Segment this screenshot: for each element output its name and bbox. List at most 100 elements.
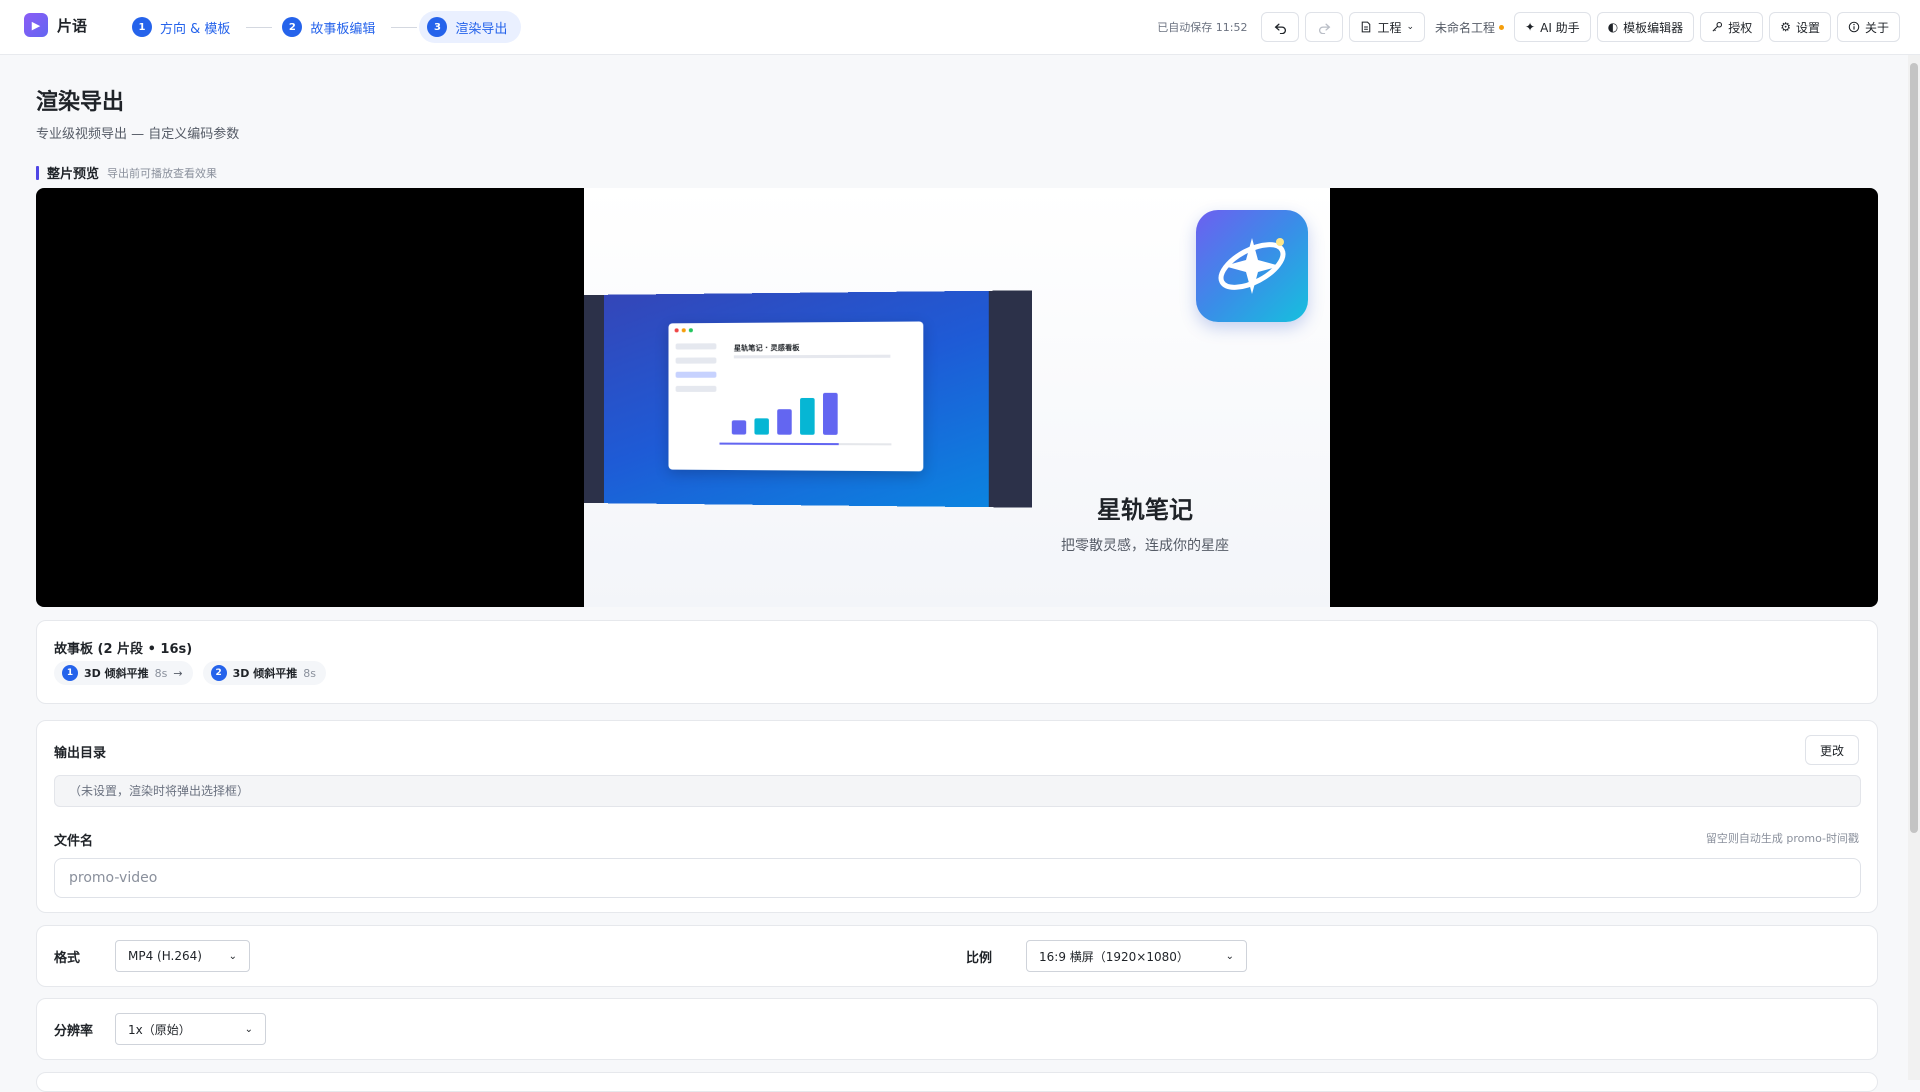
mini-progress-fill: [719, 442, 839, 446]
ai-assistant-button[interactable]: ✦ AI 助手: [1514, 12, 1591, 42]
filename-input[interactable]: [54, 858, 1861, 898]
window-maximize-dot: [688, 328, 693, 333]
filename-label: 文件名: [54, 834, 94, 849]
step-divider: [391, 26, 418, 28]
autosave-status: 已自动保存 11:52: [1157, 21, 1248, 34]
app-brand[interactable]: ▶ 片语: [24, 13, 87, 37]
section-accent-bar: [36, 165, 39, 180]
clip-name: 3D 倾斜平推: [84, 667, 149, 680]
mini-chart-bar: [823, 392, 838, 435]
step-label: 方向 & 模板: [160, 21, 231, 37]
about-button[interactable]: 关于: [1836, 12, 1900, 42]
change-dir-button[interactable]: 更改: [1805, 735, 1859, 765]
gear-icon: ⚙: [1780, 20, 1791, 34]
preview-section-label: 整片预览 导出前可播放查看效果: [36, 163, 217, 182]
output-dir-label: 输出目录: [54, 746, 107, 761]
window-title: 星轨笔记 · 灵感看板: [733, 343, 800, 353]
storyboard-clips: 1 3D 倾斜平推 8s → 2 3D 倾斜平推 8s: [54, 661, 326, 685]
video-frame: 星轨笔记 · 灵感看板 星轨笔记 把零散灵感，连成你的星座: [584, 188, 1330, 607]
app-logo-icon: ▶: [24, 13, 48, 37]
star-orbit-icon: [1218, 238, 1286, 294]
settings-button[interactable]: ⚙ 设置: [1769, 12, 1831, 42]
sidebar-placeholder-line: [675, 343, 717, 350]
app-icon-star: [1196, 210, 1308, 322]
template-editor-button[interactable]: ◐ 模板编辑器: [1596, 12, 1695, 42]
settings-label: 设置: [1795, 20, 1820, 35]
resolution-select-value: 1x（原始）: [128, 1022, 191, 1037]
undo-icon: [1274, 23, 1286, 34]
clip-chip[interactable]: 1 3D 倾斜平推 8s →: [54, 661, 193, 685]
mini-chart-bar: [731, 420, 747, 435]
chevron-down-icon: ⌄: [228, 950, 237, 962]
key-icon: [1712, 21, 1723, 32]
mini-chart-bar: [777, 409, 792, 435]
format-select[interactable]: MP4 (H.264) ⌄: [115, 940, 250, 972]
project-menu-label: 工程: [1377, 20, 1402, 35]
window-controls: [674, 328, 693, 333]
ratio-select-value: 16:9 横屏（1920×1080）: [1039, 949, 1189, 964]
undo-button[interactable]: [1261, 12, 1300, 42]
license-button[interactable]: 授权: [1700, 12, 1764, 42]
step-storyboard-edit[interactable]: 2 故事板编辑: [274, 11, 389, 43]
info-icon: [1848, 21, 1860, 33]
format-select-value: MP4 (H.264): [128, 949, 202, 963]
format-label: 格式: [54, 951, 81, 966]
palette-icon: ◐: [1607, 20, 1619, 34]
step-direction-template[interactable]: 1 方向 & 模板: [124, 11, 244, 43]
format-ratio-card: 格式 MP4 (H.264) ⌄ 比例 16:9 横屏（1920×1080） ⌄: [36, 925, 1878, 987]
top-bar: ▶ 片语 1 方向 & 模板 2 故事板编辑 3 渲染导出 已自动保存 11:5…: [0, 0, 1920, 55]
mini-chart-bar: [754, 418, 769, 435]
clip-number: 1: [62, 665, 78, 681]
app-name: 片语: [57, 16, 88, 35]
window-subtitle-line: [733, 354, 891, 359]
step-render-export[interactable]: 3 渲染导出: [419, 11, 522, 43]
sidebar-placeholder-line: [675, 357, 717, 364]
chevron-down-icon: ⌄: [244, 1023, 253, 1035]
product-name: 星轨笔记: [1097, 496, 1193, 524]
file-icon: [1362, 21, 1371, 33]
preview-label: 整片预览: [47, 167, 100, 182]
redo-icon: [1319, 23, 1331, 34]
step-label: 故事板编辑: [310, 21, 376, 37]
step-label: 渲染导出: [455, 21, 508, 37]
template-editor-label: 模板编辑器: [1623, 20, 1684, 35]
filename-hint: 留空则自动生成 promo-时间戳: [1705, 832, 1859, 845]
resolution-select[interactable]: 1x（原始） ⌄: [115, 1013, 266, 1045]
window-sidebar: [675, 343, 717, 400]
sidebar-placeholder-line: [675, 385, 717, 392]
project-menu-button[interactable]: 工程 ⌄: [1349, 12, 1426, 42]
resolution-label: 分辨率: [54, 1024, 94, 1039]
step-number: 3: [427, 17, 448, 37]
redo-button[interactable]: [1305, 12, 1344, 42]
step-number: 2: [282, 17, 303, 37]
scrollbar-thumb[interactable]: [1910, 63, 1918, 833]
preview-hint: 导出前可播放查看效果: [107, 166, 218, 180]
output-settings-card: 输出目录 更改 （未设置，渲染时将弹出选择框） 文件名 留空则自动生成 prom…: [36, 720, 1878, 913]
clip-number: 2: [210, 665, 227, 681]
video-preview-player[interactable]: 星轨笔记 · 灵感看板 星轨笔记 把零散灵感，连成你的星座: [36, 188, 1878, 607]
step-number: 1: [132, 17, 152, 37]
unsaved-indicator-icon: [1499, 24, 1505, 30]
ratio-label: 比例: [966, 951, 993, 966]
page-scrollbar[interactable]: [1908, 55, 1920, 1080]
app-window-mockup: 星轨笔记 · 灵感看板: [668, 321, 924, 472]
project-name-text: 未命名工程: [1435, 20, 1496, 35]
project-name: 未命名工程: [1435, 19, 1505, 36]
tablet-screen: 星轨笔记 · 灵感看板: [603, 290, 989, 508]
clip-name: 3D 倾斜平推: [232, 667, 298, 680]
chevron-down-icon: ⌄: [1406, 22, 1415, 32]
ratio-select[interactable]: 16:9 横屏（1920×1080） ⌄: [1026, 940, 1247, 972]
arrow-right-icon: →: [173, 666, 183, 680]
clip-chip[interactable]: 2 3D 倾斜平推 8s: [202, 661, 326, 685]
storyboard-title: 故事板 (2 片段 • 16s): [54, 642, 193, 657]
product-tagline: 把零散灵感，连成你的星座: [1061, 538, 1229, 554]
clip-duration: 8s: [303, 666, 316, 680]
chevron-down-icon: ⌄: [1225, 950, 1234, 962]
license-label: 授权: [1728, 20, 1753, 35]
mini-chart-bar: [800, 397, 815, 435]
step-navigator: 1 方向 & 模板 2 故事板编辑 3 渲染导出: [124, 11, 522, 43]
storyboard-card: 故事板 (2 片段 • 16s) 1 3D 倾斜平推 8s → 2 3D 倾斜平…: [36, 620, 1878, 704]
next-settings-card: [36, 1072, 1878, 1092]
window-close-dot: [674, 328, 679, 333]
output-dir-field[interactable]: （未设置，渲染时将弹出选择框）: [54, 775, 1861, 807]
